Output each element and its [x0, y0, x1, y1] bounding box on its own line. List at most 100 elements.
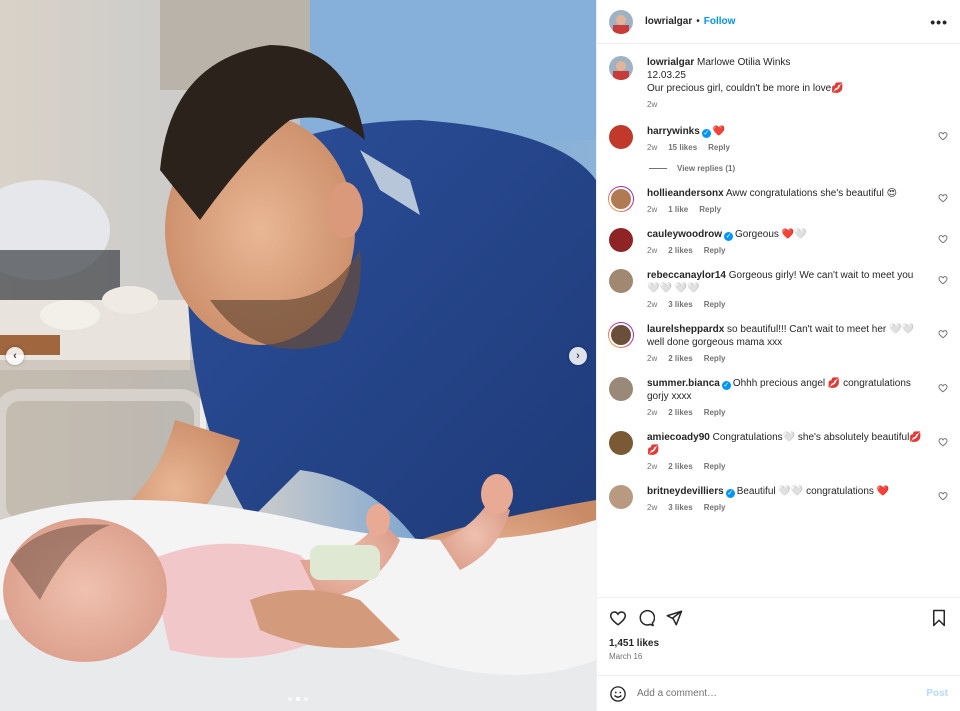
comment-item: britneydevilliers ✓ Beautiful 🤍🤍 congratul… — [609, 485, 948, 512]
view-replies-line — [649, 168, 667, 169]
caption-line-2: 12.03.25 — [647, 70, 686, 81]
comment-like-heart-icon[interactable] — [938, 329, 948, 339]
comment-like-heart-icon[interactable] — [938, 383, 948, 393]
view-replies-button[interactable]: View replies (1) — [649, 164, 948, 173]
comment-age: 2w — [647, 205, 658, 214]
carousel-dot — [288, 697, 292, 701]
reply-button[interactable]: Reply — [704, 462, 726, 471]
comment-like-heart-icon[interactable] — [938, 491, 948, 501]
caption-avatar[interactable] — [609, 56, 633, 80]
commenter-username[interactable]: harrywinks — [647, 126, 700, 137]
author-avatar[interactable] — [609, 9, 633, 34]
commenter-username[interactable]: britneydevilliers — [647, 486, 724, 497]
comment-item: summer.bianca ✓ Ohhh precious angel 💋 cong… — [609, 377, 948, 417]
comment-likes[interactable]: 3 likes — [668, 503, 692, 512]
story-ring[interactable] — [608, 186, 634, 212]
comment-likes[interactable]: 2 likes — [668, 462, 692, 471]
like-heart-icon[interactable] — [609, 609, 627, 627]
comment-bubble-icon[interactable] — [637, 609, 655, 627]
comment-item: harrywinks ✓ ❤️ 2w 15 likes Reply — [609, 125, 948, 152]
post-sidebar: lowrialgar • Follow ••• lowrialgar Marlo… — [596, 0, 960, 711]
caption-username[interactable]: lowrialgar — [647, 57, 694, 68]
comment-age: 2w — [647, 503, 658, 512]
follow-button[interactable]: Follow — [704, 16, 736, 27]
reply-button[interactable]: Reply — [699, 205, 721, 214]
commenter-avatar[interactable] — [609, 187, 633, 211]
caption-line-1: Marlowe Otilia Winks — [697, 57, 791, 68]
comment-likes[interactable]: 1 like — [668, 205, 688, 214]
comment-age: 2w — [647, 143, 658, 152]
comment-like-heart-icon[interactable] — [938, 193, 948, 203]
commenter-avatar[interactable] — [609, 431, 633, 455]
reply-button[interactable]: Reply — [704, 246, 726, 255]
comment-age: 2w — [647, 246, 658, 255]
post-comment-button[interactable]: Post — [926, 688, 948, 699]
reply-button[interactable]: Reply — [708, 143, 730, 152]
comment-item: rebeccanaylor14 Gorgeous girly! We can't… — [609, 269, 948, 309]
comment-like-heart-icon[interactable] — [938, 437, 948, 447]
comment-text: Beautiful 🤍🤍 congratulations ❤️ — [736, 486, 890, 497]
carousel-dot-active — [296, 697, 300, 701]
caption-age: 2w — [647, 100, 658, 109]
commenter-avatar[interactable] — [609, 485, 633, 509]
reply-button[interactable]: Reply — [704, 408, 726, 417]
likes-count[interactable]: 1,451 likes — [609, 638, 948, 649]
photo-scene — [0, 0, 596, 711]
commenter-username[interactable]: summer.bianca — [647, 378, 720, 389]
comment-age: 2w — [647, 354, 658, 363]
comment-likes[interactable]: 2 likes — [668, 408, 692, 417]
carousel-next-button[interactable]: › — [569, 347, 587, 365]
commenter-avatar[interactable] — [609, 377, 633, 401]
commenter-username[interactable]: rebeccanaylor14 — [647, 270, 726, 281]
comment-likes[interactable]: 15 likes — [668, 143, 697, 152]
header-separator: • — [696, 16, 700, 27]
comment-text: ❤️ — [712, 126, 726, 137]
commenter-username[interactable]: cauleywoodrow — [647, 229, 722, 240]
reply-button[interactable]: Reply — [704, 503, 726, 512]
commenter-username[interactable]: laurelsheppardx — [647, 324, 724, 335]
emoji-icon[interactable] — [609, 685, 627, 703]
reply-button[interactable]: Reply — [704, 300, 726, 309]
carousel-indicators — [0, 697, 596, 701]
comment-text: Gorgeous ❤️🤍 — [735, 229, 807, 240]
verified-badge-icon: ✓ — [724, 232, 734, 241]
post-header: lowrialgar • Follow ••• — [597, 0, 960, 44]
caption: lowrialgar Marlowe Otilia Winks 12.03.25… — [609, 56, 948, 109]
post-actions: 1,451 likes March 16 — [597, 597, 960, 661]
verified-badge-icon: ✓ — [701, 129, 711, 138]
share-send-icon[interactable] — [665, 609, 683, 627]
save-bookmark-icon[interactable] — [930, 609, 948, 627]
comment-likes[interactable]: 2 likes — [668, 246, 692, 255]
story-ring[interactable] — [608, 322, 634, 348]
carousel-prev-button[interactable]: ‹ — [6, 347, 24, 365]
commenter-avatar[interactable] — [609, 323, 633, 347]
comment-likes[interactable]: 3 likes — [668, 300, 692, 309]
comment-item: amiecoady90 Congratulations🤍 she's absol… — [609, 431, 948, 471]
carousel-dot — [304, 697, 308, 701]
commenter-avatar[interactable] — [609, 228, 633, 252]
commenter-username[interactable]: amiecoady90 — [647, 432, 710, 443]
commenter-username[interactable]: hollieandersonx — [647, 188, 724, 199]
commenter-avatar[interactable] — [609, 125, 633, 149]
verified-badge-icon: ✓ — [721, 381, 731, 390]
commenter-avatar[interactable] — [609, 269, 633, 293]
comment-age: 2w — [647, 300, 658, 309]
reply-button[interactable]: Reply — [704, 354, 726, 363]
post-photo[interactable]: ‹ › — [0, 0, 596, 711]
instagram-post-modal: ‹ › lowrialgar • Follow ••• lowrialgar M… — [0, 0, 960, 711]
author-username[interactable]: lowrialgar — [645, 16, 692, 27]
comment-rows: harrywinks ✓ ❤️ 2w 15 likes Reply View replies… — [608, 125, 948, 512]
comment-like-heart-icon[interactable] — [938, 234, 948, 244]
verified-badge-icon: ✓ — [725, 489, 735, 498]
comment-text: Aww congratulations she's beautiful 😍 — [725, 188, 898, 199]
comment-like-heart-icon[interactable] — [938, 275, 948, 285]
comments-list[interactable]: lowrialgar Marlowe Otilia Winks 12.03.25… — [597, 44, 960, 597]
comment-age: 2w — [647, 462, 658, 471]
view-replies-label: View replies (1) — [677, 164, 736, 173]
comment-input[interactable] — [637, 688, 927, 699]
comment-likes[interactable]: 2 likes — [668, 354, 692, 363]
comment-like-heart-icon[interactable] — [938, 131, 948, 141]
comment-item: cauleywoodrow ✓ Gorgeous ❤️🤍 2w 2 likes Reply — [609, 228, 948, 255]
comment-age: 2w — [647, 408, 658, 417]
more-options-icon[interactable]: ••• — [930, 14, 948, 30]
